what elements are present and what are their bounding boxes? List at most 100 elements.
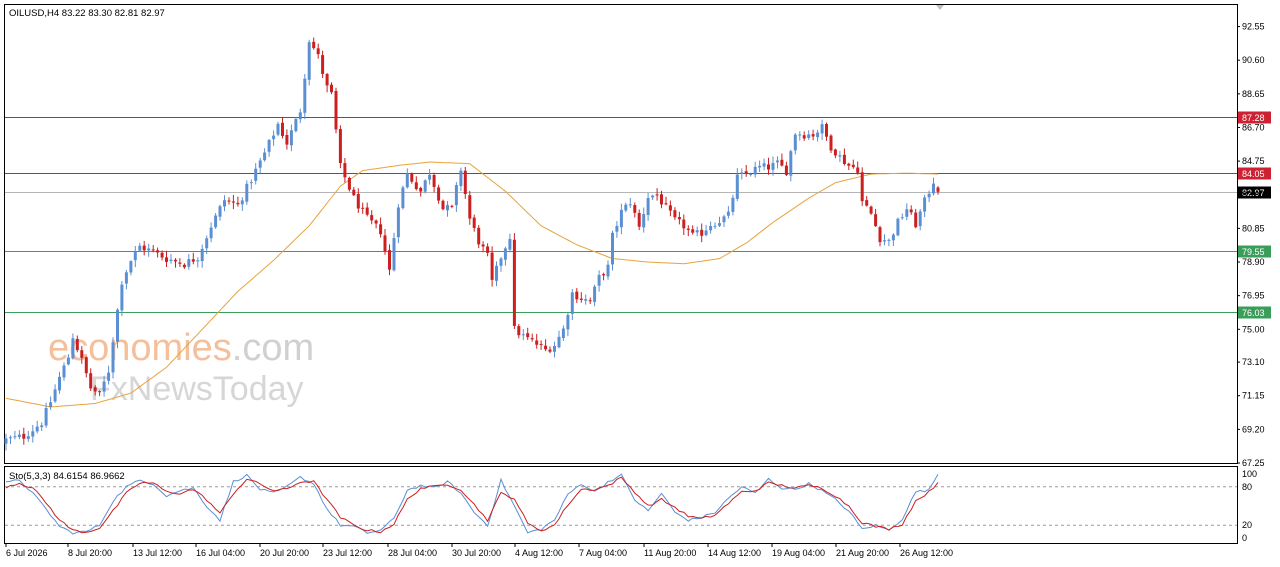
candle-body [677, 217, 681, 220]
candle-body [165, 257, 168, 262]
candle-body [31, 431, 35, 437]
watermark-sub-brand: FxNewsToday [90, 370, 304, 408]
candle-body [468, 195, 472, 219]
candle-body [544, 345, 548, 350]
candle-body [240, 200, 244, 205]
stochastic-label: Sto(5,3,3) 84.6154 86.9662 [9, 471, 125, 482]
candle-body [673, 210, 677, 218]
candle-body [111, 342, 115, 373]
candle-body [40, 425, 44, 428]
stochastic-tick-label: 80 [1242, 482, 1252, 492]
candle-body [619, 209, 623, 228]
candle-body [767, 164, 770, 170]
candle-body [365, 207, 369, 215]
candle-body [352, 189, 356, 196]
candle-body [802, 135, 806, 139]
candle-body [35, 426, 39, 432]
candle-body [923, 197, 927, 212]
candle-body [325, 74, 329, 86]
candle-body [798, 134, 802, 136]
candle-body [289, 130, 293, 146]
price-tick-label: 92.55 [1242, 22, 1265, 32]
candle-body [124, 272, 128, 284]
candle-body [776, 160, 779, 163]
candle-body [361, 207, 365, 209]
candle-body [129, 261, 133, 273]
candle-body [914, 212, 918, 228]
candle-body [682, 219, 686, 229]
watermark-brand: economies.com [48, 327, 314, 369]
stochastic-tick-label: 100 [1242, 469, 1257, 479]
candle-body [245, 183, 249, 202]
stochastic-panel[interactable] [4, 466, 1238, 544]
candle-body [744, 171, 748, 174]
candle-body [495, 265, 498, 281]
candle-body [370, 215, 374, 221]
candle-body [593, 286, 597, 302]
candle-body [405, 173, 409, 188]
candle-body [896, 218, 900, 236]
candle-body [338, 129, 342, 164]
candle-body [160, 252, 164, 258]
candle-body [116, 309, 119, 342]
candle-body [579, 298, 583, 300]
candle-body [633, 205, 637, 213]
candle-body [388, 250, 391, 270]
candle [334, 87, 338, 134]
candle-body [932, 183, 935, 194]
candle-body [869, 206, 873, 214]
candle-body [316, 48, 320, 55]
candle-body [651, 195, 655, 198]
candle-body [22, 433, 26, 439]
candle-body [272, 135, 276, 140]
candle-body [249, 182, 253, 184]
candle-body [833, 149, 837, 156]
candle-body [80, 350, 84, 358]
candle-body [646, 198, 650, 215]
candle-body [709, 226, 713, 231]
candle-body [851, 164, 855, 168]
candle-body [396, 207, 400, 238]
price-tick-label: 69.20 [1242, 424, 1265, 434]
candle-body [178, 262, 182, 264]
candle-body [102, 381, 106, 392]
candle-body [570, 292, 574, 314]
candle-body [887, 239, 891, 241]
candle-body [628, 204, 632, 206]
candle-body [276, 123, 280, 135]
candle [392, 232, 396, 272]
time-tick-label: 8 Jul 20:00 [68, 548, 112, 558]
candle-body [307, 42, 311, 80]
time-tick-label: 30 Jul 20:00 [452, 548, 501, 558]
candle-body [909, 209, 913, 213]
candle-body [267, 140, 271, 152]
candle-body [624, 204, 628, 211]
candle-body [17, 434, 21, 437]
candle-body [883, 240, 886, 242]
candle-body [691, 229, 695, 233]
candle-body [334, 91, 338, 130]
candle-body [196, 260, 200, 262]
candle-body [231, 201, 235, 203]
candle-body [597, 274, 601, 286]
candle-body [936, 187, 940, 192]
price-tick-label: 86.70 [1242, 123, 1265, 133]
candle-body [9, 437, 12, 439]
time-tick-label: 20 Jul 20:00 [260, 548, 309, 558]
candle [423, 179, 427, 194]
candle-body [611, 232, 614, 265]
candle-body [303, 78, 307, 113]
candle-body [918, 211, 922, 227]
candle-body [758, 165, 762, 168]
time-tick-label: 26 Aug 12:00 [900, 548, 953, 558]
candle-body [664, 203, 668, 205]
candle-body [142, 245, 146, 251]
candle-body [740, 172, 744, 174]
candle-body [205, 238, 209, 249]
level-tag-84.05: 84.05 [1242, 169, 1265, 179]
candle-body [343, 163, 347, 178]
candle-body [463, 170, 467, 194]
candle-body [84, 357, 88, 374]
price-tick-label: 67.25 [1242, 458, 1265, 468]
candle-body [891, 234, 895, 241]
